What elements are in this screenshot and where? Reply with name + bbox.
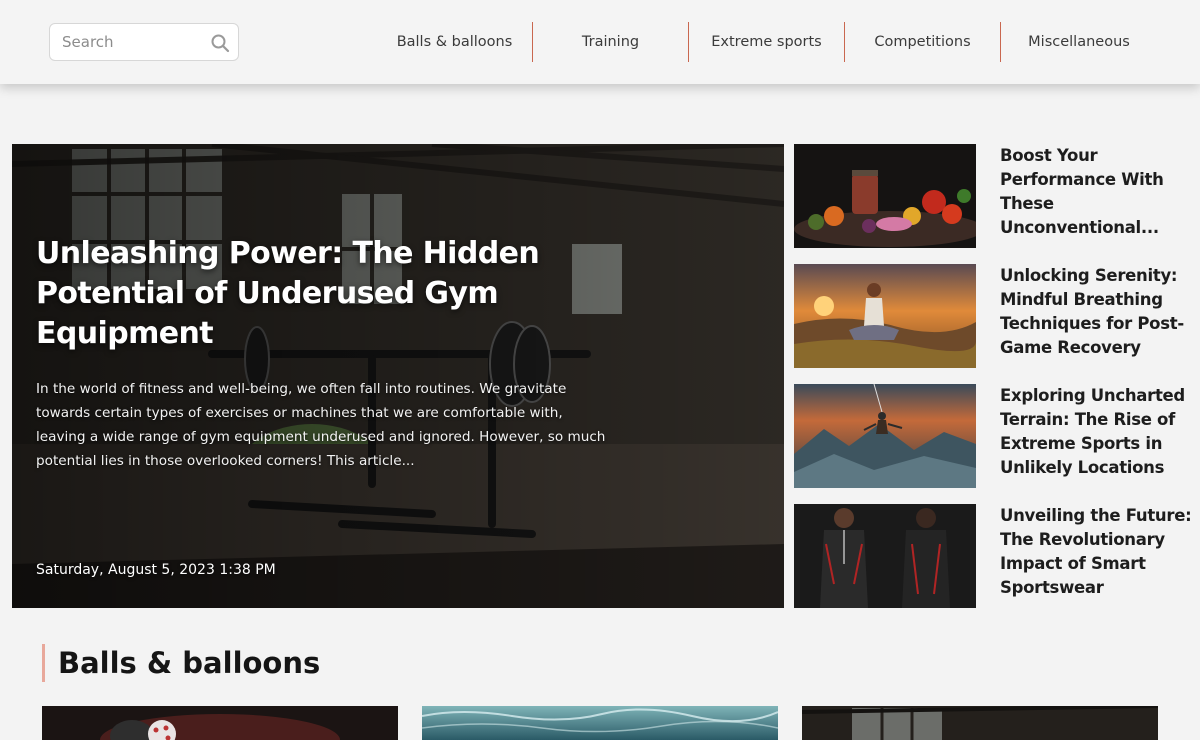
side-article-title[interactable]: Boost Your Performance With These Unconv…: [1000, 144, 1194, 240]
hero-date: Saturday, August 5, 2023 1:38 PM: [36, 562, 276, 578]
hero-excerpt: In the world of fitness and well-being, …: [36, 381, 606, 469]
section-accent-bar: [42, 644, 45, 682]
search-box[interactable]: [49, 23, 239, 61]
section-card[interactable]: [42, 706, 398, 740]
main-nav: Balls & balloons Training Extreme sports…: [377, 22, 1157, 62]
article-thumbnail[interactable]: [794, 264, 976, 368]
nav-item-competitions[interactable]: Competitions: [845, 22, 1001, 62]
article-thumbnail[interactable]: [794, 504, 976, 608]
section-card[interactable]: [802, 706, 1158, 740]
search-input[interactable]: [50, 24, 206, 60]
side-article[interactable]: Unlocking Serenity: Mindful Breathing Te…: [794, 264, 1194, 368]
card-image: [42, 706, 398, 740]
hero-article[interactable]: Unleashing Power: The Hidden Potential o…: [12, 144, 784, 608]
side-article[interactable]: Exploring Uncharted Terrain: The Rise of…: [794, 384, 1194, 488]
card-image: [422, 706, 778, 740]
article-thumbnail[interactable]: [794, 384, 976, 488]
site-header: Balls & balloons Training Extreme sports…: [0, 0, 1200, 84]
side-article-title[interactable]: Unlocking Serenity: Mindful Breathing Te…: [1000, 264, 1194, 360]
side-article-title[interactable]: Exploring Uncharted Terrain: The Rise of…: [1000, 384, 1194, 480]
side-article[interactable]: Unveiling the Future: The Revolutionary …: [794, 504, 1194, 608]
card-image: [802, 706, 1158, 740]
article-thumbnail[interactable]: [794, 144, 976, 248]
nav-item-miscellaneous[interactable]: Miscellaneous: [1001, 22, 1157, 62]
nav-item-balls-balloons[interactable]: Balls & balloons: [377, 22, 533, 62]
section-card[interactable]: [422, 706, 778, 740]
hero-title[interactable]: Unleashing Power: The Hidden Potential o…: [36, 234, 556, 354]
hero-overlay: [12, 144, 784, 608]
nav-item-training[interactable]: Training: [533, 22, 689, 62]
side-article-title[interactable]: Unveiling the Future: The Revolutionary …: [1000, 504, 1194, 600]
nav-item-extreme-sports[interactable]: Extreme sports: [689, 22, 845, 62]
side-article[interactable]: Boost Your Performance With These Unconv…: [794, 144, 1194, 248]
section-title: Balls & balloons: [58, 646, 321, 680]
search-icon[interactable]: [210, 33, 230, 53]
